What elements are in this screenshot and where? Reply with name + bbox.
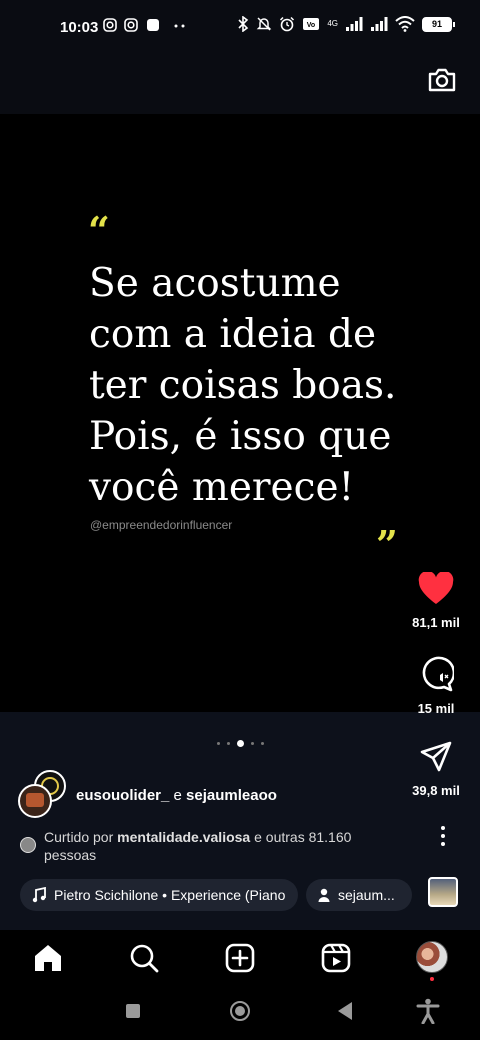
liked-by[interactable]: Curtido por mentalidade.valiosa e outras… (20, 828, 390, 864)
carousel-dot-active (236, 740, 244, 747)
silent-icon (257, 17, 272, 31)
quote-close-mark: ” (376, 522, 398, 567)
author-username[interactable]: sejaumleaoo (186, 787, 277, 804)
comment-action: 15 mil (398, 656, 474, 716)
status-bar: 10:03 Vo 4G 91 (0, 0, 480, 56)
bottom-nav (0, 930, 480, 988)
liked-prefix: Curtido por (44, 829, 114, 845)
carousel-indicator (0, 740, 480, 747)
top-bar (0, 56, 480, 114)
home-button[interactable] (230, 1001, 250, 1021)
share-count[interactable]: 39,8 mil (398, 783, 474, 798)
status-time: 10:03 (60, 19, 99, 36)
like-count[interactable]: 81,1 mil (398, 615, 474, 630)
heart-icon[interactable] (418, 570, 454, 606)
music-label: Pietro Scichilone • Experience (Piano (54, 887, 286, 903)
tagged-user-label: sejaum... (338, 887, 395, 903)
avatar (20, 837, 36, 853)
volte-icon: Vo (303, 18, 320, 30)
author-connector: e (173, 787, 182, 804)
person-icon (318, 888, 330, 902)
share-action: 39,8 mil (398, 740, 474, 798)
author-names: eusouolider_ e sejaumleaoo (76, 787, 277, 804)
quote-open-mark: “ (88, 208, 110, 253)
home-icon[interactable] (32, 942, 64, 974)
tagged-user-pill[interactable]: sejaum... (306, 879, 412, 911)
svg-text:Vo: Vo (307, 22, 315, 29)
system-nav-bar (0, 988, 480, 1040)
search-icon[interactable] (128, 942, 160, 974)
instagram-icon (103, 18, 117, 32)
avatar[interactable] (18, 784, 52, 818)
comment-count[interactable]: 15 mil (398, 701, 474, 716)
recents-button[interactable] (126, 1004, 140, 1018)
app-square-icon (147, 19, 159, 31)
music-note-icon (32, 887, 46, 903)
liked-user[interactable]: mentalidade.valiosa (117, 829, 250, 845)
audio-thumbnail[interactable] (428, 877, 458, 907)
author-username[interactable]: eusouolider_ (76, 787, 169, 804)
wifi-icon (395, 16, 415, 32)
bluetooth-icon (238, 16, 249, 32)
reels-icon[interactable] (320, 942, 352, 974)
signal-icon (346, 17, 363, 31)
alarm-icon (280, 16, 295, 32)
back-button[interactable] (338, 1002, 352, 1020)
profile-avatar[interactable] (416, 941, 448, 973)
carousel-dot (216, 742, 220, 745)
notification-dot (430, 977, 434, 981)
signal-icon (371, 17, 388, 31)
more-dots-icon (174, 24, 185, 28)
instagram-icon (124, 18, 138, 32)
more-options-button[interactable] (438, 826, 448, 850)
network-type: 4G (327, 19, 338, 28)
carousel-dot (250, 742, 254, 745)
comment-icon[interactable] (418, 656, 456, 692)
create-icon[interactable] (224, 942, 256, 974)
carousel-dot (226, 742, 230, 745)
quote-handle: @empreendedorinfluencer (90, 518, 233, 532)
battery-icon: 91 (422, 16, 455, 32)
accessibility-icon[interactable] (416, 998, 440, 1024)
like-action: 81,1 mil (398, 570, 474, 630)
status-indicators: Vo 4G 91 (237, 16, 455, 32)
quote-text: Se acostume com a ideia de ter coisas bo… (89, 261, 397, 510)
camera-icon[interactable] (426, 64, 458, 96)
music-pill[interactable]: Pietro Scichilone • Experience (Piano (20, 879, 298, 911)
carousel-dot (260, 742, 264, 745)
